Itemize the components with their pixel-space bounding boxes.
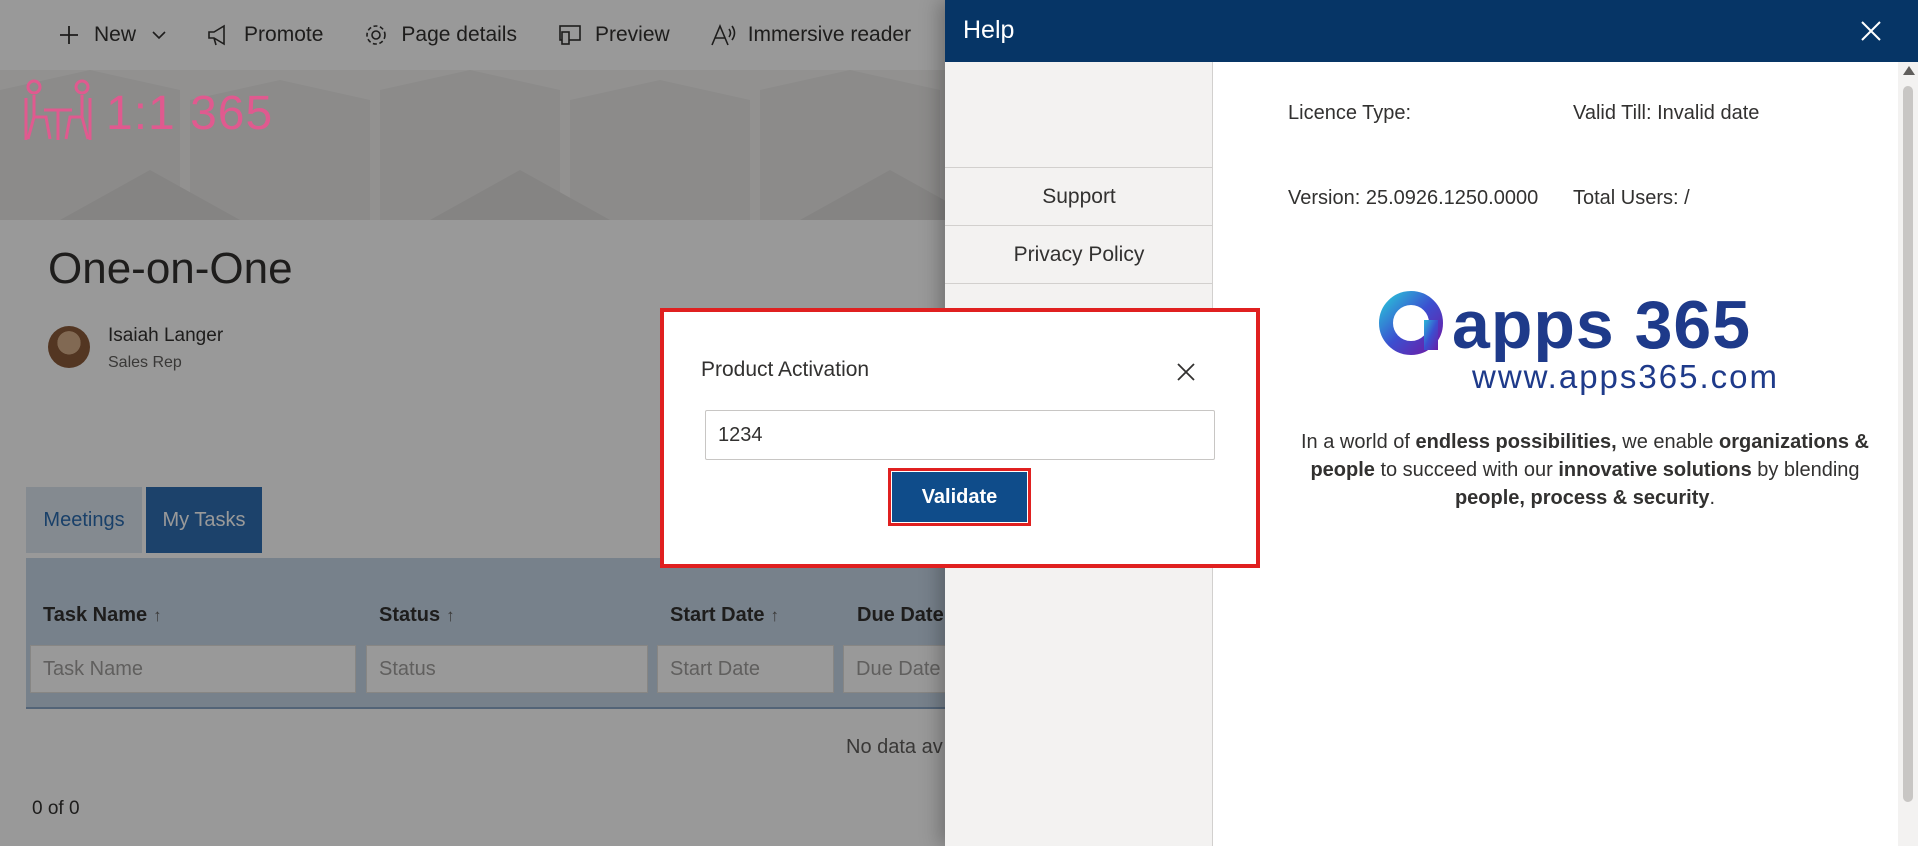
licence-type-label: Licence Type:: [1288, 102, 1412, 124]
brand-logo: 1:1 365: [20, 78, 273, 149]
tagline-bold: people, process & security: [1454, 487, 1710, 509]
meeting-people-icon: [20, 78, 96, 149]
valid-till-text: Valid Till: Invalid date: [1573, 102, 1760, 124]
tagline-text: .: [1709, 487, 1716, 509]
help-header: Help: [945, 0, 1918, 62]
tagline-text: In a world of: [1300, 431, 1416, 453]
dialog-title: Product Activation: [701, 358, 870, 381]
tagline-bold: innovative solutions: [1558, 459, 1752, 481]
scroll-up-arrow-icon[interactable]: [1903, 66, 1915, 75]
apps365-url: www.apps365.com: [1472, 358, 1779, 395]
nav-divider: [945, 283, 1213, 284]
tagline-text: to succeed with our: [1374, 459, 1559, 481]
scrollbar-thumb[interactable]: [1903, 86, 1913, 802]
apps365-wordmark: apps 365: [1452, 287, 1752, 363]
help-title: Help: [963, 16, 1015, 44]
nav-support[interactable]: Support: [945, 167, 1213, 225]
tagline-bold: endless possibilities,: [1415, 431, 1617, 453]
tagline-text: we enable: [1616, 431, 1719, 453]
brand-name: 1:1 365: [106, 87, 274, 140]
close-icon[interactable]: [1174, 360, 1198, 384]
validate-button[interactable]: Validate: [892, 472, 1027, 522]
nav-privacy-policy[interactable]: Privacy Policy: [945, 225, 1213, 283]
version-text: Version: 25.0926.1250.0000: [1288, 187, 1539, 209]
apps365-mark-icon: [1378, 290, 1444, 361]
apps365-logo: apps 365: [1378, 286, 1751, 364]
close-icon[interactable]: [1856, 16, 1886, 46]
tagline: In a world of endless possibilities, we …: [1288, 428, 1882, 512]
tagline-text: by blending: [1751, 459, 1860, 481]
total-users-text: Total Users: /: [1573, 187, 1690, 209]
activation-key-input[interactable]: [705, 410, 1215, 460]
